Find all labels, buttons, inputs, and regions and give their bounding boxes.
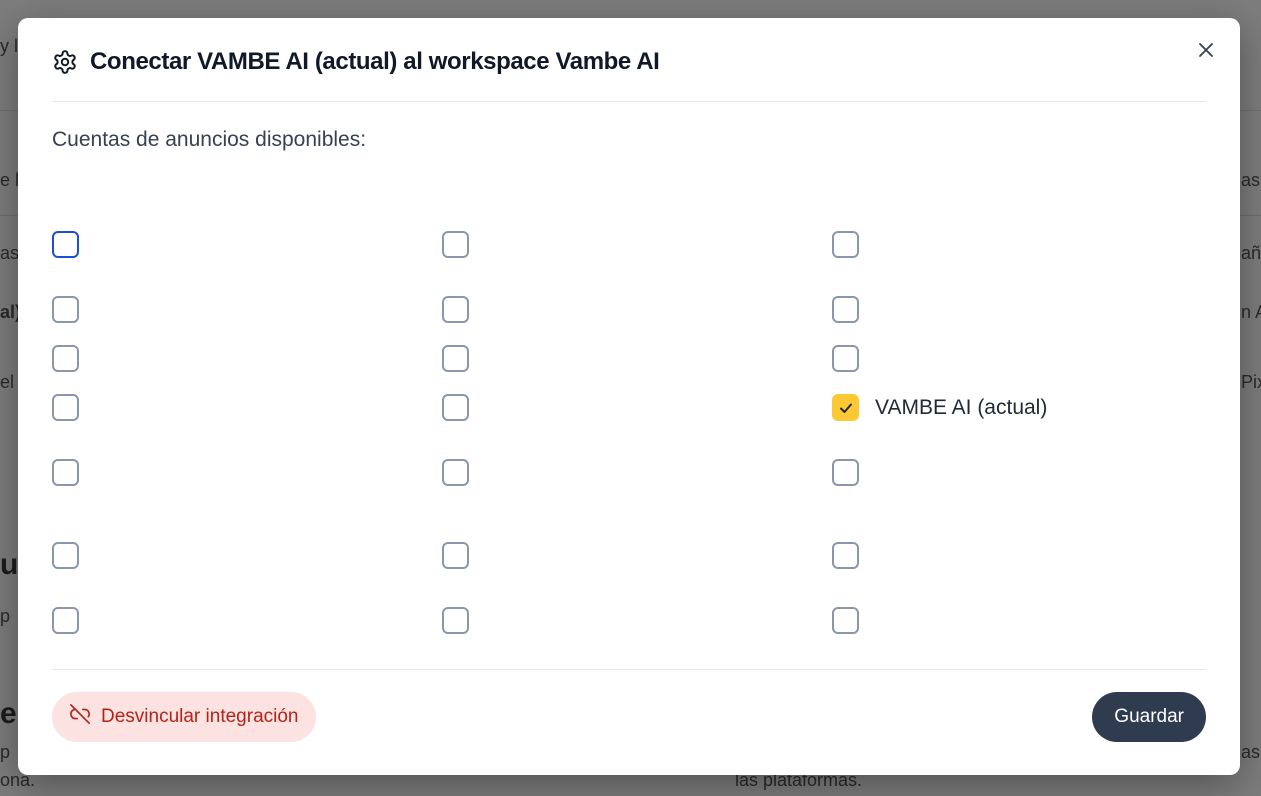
connect-workspace-modal: Conectar VAMBE AI (actual) al workspace … xyxy=(18,18,1240,775)
ad-account-checkbox[interactable] xyxy=(832,231,859,258)
checkbox-checked[interactable] xyxy=(832,394,859,421)
ad-account-checkbox[interactable] xyxy=(442,459,469,486)
gear-icon xyxy=(52,49,78,75)
save-button[interactable]: Guardar xyxy=(1092,692,1206,742)
bg-fragment: aña xyxy=(1241,243,1261,263)
ad-account-checkbox[interactable] xyxy=(52,542,79,569)
ad-account-checkbox[interactable] xyxy=(832,607,859,634)
ad-account-checkbox[interactable] xyxy=(52,459,79,486)
close-icon xyxy=(1198,42,1214,63)
checkbox-unchecked[interactable] xyxy=(832,542,859,569)
checkbox-unchecked[interactable] xyxy=(442,231,469,258)
checkbox-unchecked[interactable] xyxy=(832,459,859,486)
close-button[interactable] xyxy=(1194,40,1218,64)
footer-divider xyxy=(52,669,1206,670)
checkbox-unchecked[interactable] xyxy=(442,296,469,323)
bg-fragment: p xyxy=(0,606,11,626)
modal-header: Conectar VAMBE AI (actual) al workspace … xyxy=(52,48,660,76)
bg-fragment: e l xyxy=(0,170,20,190)
ad-account-checkbox[interactable] xyxy=(442,542,469,569)
ad-account-checkbox[interactable] xyxy=(52,394,79,421)
bg-fragment: n A xyxy=(1241,302,1261,322)
ad-account-checkbox[interactable]: VAMBE AI (actual) xyxy=(832,394,1047,421)
unlink-icon xyxy=(69,703,91,731)
bg-fragment: p xyxy=(0,742,11,762)
ad-account-checkbox[interactable] xyxy=(832,542,859,569)
ad-account-checkbox[interactable] xyxy=(52,231,79,258)
checkbox-unchecked[interactable] xyxy=(52,542,79,569)
ad-account-checkbox[interactable] xyxy=(442,607,469,634)
ad-account-label: VAMBE AI (actual) xyxy=(875,395,1048,419)
bg-fragment: el xyxy=(0,372,15,392)
save-button-label: Guardar xyxy=(1114,706,1184,727)
bg-fragment: Pix xyxy=(1241,372,1261,392)
unlink-button-label: Desvincular integración xyxy=(101,706,299,727)
ad-account-checkbox[interactable] xyxy=(442,345,469,372)
checkbox-unchecked[interactable] xyxy=(442,459,469,486)
bg-fragment: as xyxy=(1241,170,1261,190)
unlink-integration-button[interactable]: Desvincular integración xyxy=(52,692,316,742)
checkbox-unchecked[interactable] xyxy=(832,345,859,372)
checkbox-unchecked[interactable] xyxy=(52,394,79,421)
section-label: Cuentas de anuncios disponibles: xyxy=(52,128,367,151)
ad-account-checkbox[interactable] xyxy=(442,231,469,258)
checkbox-unchecked[interactable] xyxy=(832,231,859,258)
ad-account-checkbox[interactable] xyxy=(832,345,859,372)
checkbox-unchecked[interactable] xyxy=(52,345,79,372)
checkbox-unchecked[interactable] xyxy=(832,296,859,323)
bg-fragment: as xyxy=(0,243,20,263)
checkbox-unchecked[interactable] xyxy=(832,607,859,634)
bg-fragment: y l xyxy=(0,36,18,56)
ad-account-checkbox[interactable] xyxy=(832,459,859,486)
modal-title: Conectar VAMBE AI (actual) al workspace … xyxy=(90,48,660,75)
checkbox-unchecked[interactable] xyxy=(52,231,79,258)
ad-account-checkbox[interactable] xyxy=(832,296,859,323)
check-icon xyxy=(839,403,852,413)
checkbox-unchecked[interactable] xyxy=(52,459,79,486)
checkbox-unchecked[interactable] xyxy=(442,542,469,569)
checkbox-unchecked[interactable] xyxy=(52,607,79,634)
checkbox-unchecked[interactable] xyxy=(442,607,469,634)
ad-account-checkbox[interactable] xyxy=(52,607,79,634)
header-divider xyxy=(52,101,1206,102)
checkbox-unchecked[interactable] xyxy=(442,345,469,372)
checkbox-unchecked[interactable] xyxy=(52,296,79,323)
ad-account-checkbox[interactable] xyxy=(442,296,469,323)
ad-account-checkbox[interactable] xyxy=(52,345,79,372)
bg-fragment: as xyxy=(1241,742,1261,762)
ad-account-checkbox[interactable] xyxy=(52,296,79,323)
ad-account-checkbox[interactable] xyxy=(442,394,469,421)
checkbox-unchecked[interactable] xyxy=(442,394,469,421)
